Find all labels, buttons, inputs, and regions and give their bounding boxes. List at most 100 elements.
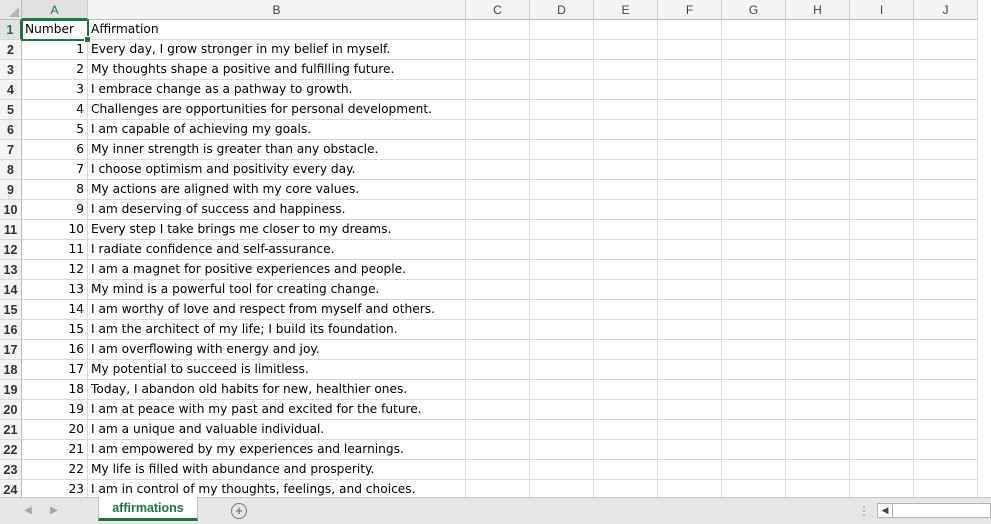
cell-j6[interactable] (914, 120, 978, 140)
cell-f5[interactable] (658, 100, 722, 120)
row-header-17[interactable]: 17 (0, 340, 22, 360)
cell-a1[interactable]: Number (21, 19, 89, 41)
cell-b16[interactable]: I am the architect of my life; I build i… (88, 320, 466, 340)
cell-b17[interactable]: I am overflowing with energy and joy. (88, 340, 466, 360)
cell-f1[interactable] (658, 20, 722, 40)
column-header-g[interactable]: G (722, 0, 786, 20)
cell-g17[interactable] (722, 340, 786, 360)
cell-c1[interactable] (466, 20, 530, 40)
cell-i4[interactable] (850, 80, 914, 100)
cell-i18[interactable] (850, 360, 914, 380)
column-header-b[interactable]: B (88, 0, 466, 20)
cell-h3[interactable] (786, 60, 850, 80)
cell-d19[interactable] (530, 380, 594, 400)
cell-a4[interactable]: 3 (22, 80, 88, 100)
plus-circle-icon[interactable]: + (231, 503, 247, 519)
row-header-22[interactable]: 22 (0, 440, 22, 460)
cell-f17[interactable] (658, 340, 722, 360)
cell-e16[interactable] (594, 320, 658, 340)
cell-f6[interactable] (658, 120, 722, 140)
cell-a16[interactable]: 15 (22, 320, 88, 340)
row-header-4[interactable]: 4 (0, 80, 22, 100)
cell-c8[interactable] (466, 160, 530, 180)
cell-j23[interactable] (914, 460, 978, 480)
cell-a23[interactable]: 22 (22, 460, 88, 480)
cell-j1[interactable] (914, 20, 978, 40)
cell-e21[interactable] (594, 420, 658, 440)
cell-d24[interactable] (530, 480, 594, 497)
cell-g10[interactable] (722, 200, 786, 220)
cell-g6[interactable] (722, 120, 786, 140)
cell-a6[interactable]: 5 (22, 120, 88, 140)
cell-h16[interactable] (786, 320, 850, 340)
cell-b11[interactable]: Every step I take brings me closer to my… (88, 220, 466, 240)
cell-b18[interactable]: My potential to succeed is limitless. (88, 360, 466, 380)
select-all-corner[interactable] (0, 0, 22, 20)
row-header-3[interactable]: 3 (0, 60, 22, 80)
cell-i5[interactable] (850, 100, 914, 120)
cell-e3[interactable] (594, 60, 658, 80)
cell-g11[interactable] (722, 220, 786, 240)
cell-c15[interactable] (466, 300, 530, 320)
row-header-14[interactable]: 14 (0, 280, 22, 300)
cell-d1[interactable] (530, 20, 594, 40)
column-header-j[interactable]: J (914, 0, 978, 20)
cell-f16[interactable] (658, 320, 722, 340)
cell-j11[interactable] (914, 220, 978, 240)
cell-j19[interactable] (914, 380, 978, 400)
cell-h6[interactable] (786, 120, 850, 140)
cell-g14[interactable] (722, 280, 786, 300)
fill-handle[interactable] (84, 36, 91, 43)
tab-split-handle[interactable]: ⋮ (858, 504, 870, 518)
cell-f4[interactable] (658, 80, 722, 100)
cell-f23[interactable] (658, 460, 722, 480)
cell-b3[interactable]: My thoughts shape a positive and fulfill… (88, 60, 466, 80)
cell-h4[interactable] (786, 80, 850, 100)
cell-f18[interactable] (658, 360, 722, 380)
cell-b12[interactable]: I radiate confidence and self-assurance. (88, 240, 466, 260)
cell-d8[interactable] (530, 160, 594, 180)
cell-c4[interactable] (466, 80, 530, 100)
cell-f13[interactable] (658, 260, 722, 280)
cell-d11[interactable] (530, 220, 594, 240)
cell-b22[interactable]: I am empowered by my experiences and lea… (88, 440, 466, 460)
cell-g20[interactable] (722, 400, 786, 420)
cell-e7[interactable] (594, 140, 658, 160)
cell-c17[interactable] (466, 340, 530, 360)
cell-j21[interactable] (914, 420, 978, 440)
cell-c14[interactable] (466, 280, 530, 300)
cell-c7[interactable] (466, 140, 530, 160)
column-header-e[interactable]: E (594, 0, 658, 20)
cell-e8[interactable] (594, 160, 658, 180)
cell-a2[interactable]: 1 (22, 40, 88, 60)
cell-d2[interactable] (530, 40, 594, 60)
cell-e9[interactable] (594, 180, 658, 200)
cell-i24[interactable] (850, 480, 914, 497)
cell-c19[interactable] (466, 380, 530, 400)
cell-a10[interactable]: 9 (22, 200, 88, 220)
cell-c5[interactable] (466, 100, 530, 120)
cell-i15[interactable] (850, 300, 914, 320)
cell-e13[interactable] (594, 260, 658, 280)
cell-d9[interactable] (530, 180, 594, 200)
cell-e11[interactable] (594, 220, 658, 240)
cell-g24[interactable] (722, 480, 786, 497)
cell-a24[interactable]: 23 (22, 480, 88, 497)
cell-e23[interactable] (594, 460, 658, 480)
row-header-6[interactable]: 6 (0, 120, 22, 140)
cell-d7[interactable] (530, 140, 594, 160)
cell-e15[interactable] (594, 300, 658, 320)
row-header-13[interactable]: 13 (0, 260, 22, 280)
cell-h9[interactable] (786, 180, 850, 200)
cell-h23[interactable] (786, 460, 850, 480)
cell-j22[interactable] (914, 440, 978, 460)
cell-f9[interactable] (658, 180, 722, 200)
cell-g9[interactable] (722, 180, 786, 200)
cell-c13[interactable] (466, 260, 530, 280)
cell-i8[interactable] (850, 160, 914, 180)
cell-h24[interactable] (786, 480, 850, 497)
cell-j16[interactable] (914, 320, 978, 340)
cell-i17[interactable] (850, 340, 914, 360)
cell-d6[interactable] (530, 120, 594, 140)
cell-b15[interactable]: I am worthy of love and respect from mys… (88, 300, 466, 320)
